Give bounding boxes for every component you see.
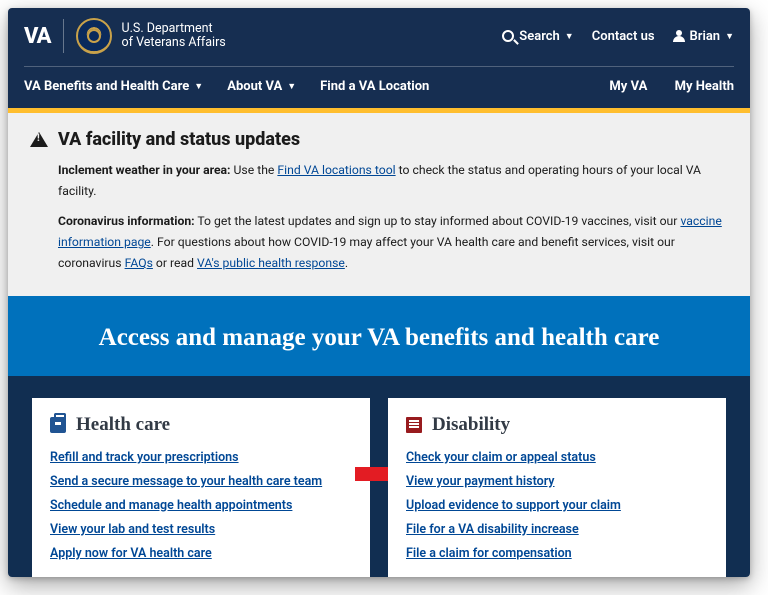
health-link-appointments[interactable]: Schedule and manage health appointments: [50, 498, 352, 513]
nav-label: VA Benefits and Health Care: [24, 79, 189, 94]
nav-about[interactable]: About VA ▼: [227, 79, 296, 94]
nav-find-location[interactable]: Find a VA Location: [320, 79, 429, 94]
card-title: Disability: [432, 414, 510, 436]
alert-covid-line: Coronavirus information: To get the late…: [58, 211, 728, 273]
search-label: Search: [519, 29, 560, 44]
nav-my-health[interactable]: My Health: [675, 79, 734, 94]
va-seal-icon: [76, 18, 112, 54]
find-locations-link[interactable]: Find VA locations tool: [277, 163, 395, 177]
hero-title: Access and manage your VA benefits and h…: [8, 324, 750, 352]
text: or read: [153, 256, 197, 270]
briefcase-icon: [50, 417, 66, 433]
alert-banner: VA facility and status updates Inclement…: [8, 113, 750, 296]
search-button[interactable]: Search ▼: [502, 29, 573, 44]
alert-weather-line: Inclement weather in your area: Use the …: [58, 160, 728, 201]
document-icon: [406, 417, 422, 433]
disability-link-upload-evidence[interactable]: Upload evidence to support your claim: [406, 498, 708, 513]
nav-label: About VA: [227, 79, 282, 94]
text: To get the latest updates and sign up to…: [195, 214, 681, 228]
disability-link-increase[interactable]: File for a VA disability increase: [406, 522, 708, 537]
disability-link-payment-history[interactable]: View your payment history: [406, 474, 708, 489]
contact-link[interactable]: Contact us: [592, 29, 655, 44]
alert-covid-label: Coronavirus information:: [58, 214, 195, 228]
dept-line2: of Veterans Affairs: [122, 36, 226, 50]
site-header: VA U.S. Department of Veterans Affairs S…: [8, 8, 750, 108]
divider: [63, 19, 64, 53]
user-icon: [673, 30, 685, 42]
text: .: [345, 256, 348, 270]
disability-card: Disability Check your claim or appeal st…: [388, 398, 726, 577]
covid-faqs-link[interactable]: FAQs: [125, 256, 153, 270]
text: Use the: [231, 163, 278, 177]
va-logo-text[interactable]: VA: [24, 24, 51, 49]
chevron-down-icon: ▼: [725, 31, 734, 42]
dept-name: U.S. Department of Veterans Affairs: [122, 22, 226, 50]
dept-line1: U.S. Department: [122, 22, 226, 36]
health-link-prescriptions[interactable]: Refill and track your prescriptions: [50, 450, 352, 465]
user-menu[interactable]: Brian ▼: [673, 29, 734, 44]
alert-weather-label: Inclement weather in your area:: [58, 163, 231, 177]
disability-link-claim-status[interactable]: Check your claim or appeal status: [406, 450, 708, 465]
alert-title: VA facility and status updates: [58, 129, 300, 150]
user-name: Brian: [690, 29, 721, 44]
nav-my-va[interactable]: My VA: [609, 79, 647, 94]
health-link-apply[interactable]: Apply now for VA health care: [50, 546, 352, 561]
cards-band: Health care Refill and track your prescr…: [8, 376, 750, 577]
nav-benefits[interactable]: VA Benefits and Health Care ▼: [24, 79, 203, 94]
search-icon: [502, 30, 514, 42]
health-care-card: Health care Refill and track your prescr…: [32, 398, 370, 577]
primary-nav: VA Benefits and Health Care ▼ About VA ▼…: [8, 67, 750, 108]
warning-icon: [30, 132, 48, 147]
public-health-link[interactable]: VA's public health response: [197, 256, 345, 270]
chevron-down-icon: ▼: [194, 81, 203, 92]
disability-link-file-claim[interactable]: File a claim for compensation: [406, 546, 708, 561]
health-link-lab-results[interactable]: View your lab and test results: [50, 522, 352, 537]
chevron-down-icon: ▼: [565, 31, 574, 42]
card-title: Health care: [76, 414, 170, 436]
health-link-secure-message[interactable]: Send a secure message to your health car…: [50, 474, 352, 489]
chevron-down-icon: ▼: [287, 81, 296, 92]
hero: Access and manage your VA benefits and h…: [8, 296, 750, 376]
